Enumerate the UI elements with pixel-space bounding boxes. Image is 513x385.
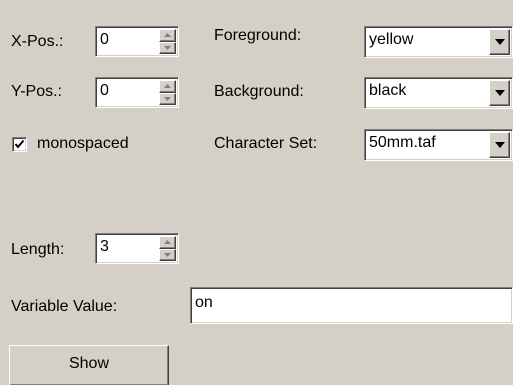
ypos-label: Y-Pos.: [11,83,62,100]
xpos-spin-down-button[interactable] [159,41,176,54]
length-spin-up-button[interactable] [159,236,176,249]
xpos-spin-up-button[interactable] [159,29,176,42]
length-spin-down-button[interactable] [159,248,176,261]
monospaced-checkbox[interactable] [12,137,27,152]
triangle-down-icon [164,252,171,257]
ypos-spin-down-button[interactable] [159,92,176,105]
chevron-down-icon [495,90,505,96]
length-spinbox[interactable]: 3 [95,233,179,264]
triangle-down-icon [164,45,171,50]
show-button[interactable]: Show [9,345,169,385]
chevron-down-icon [495,39,505,45]
background-combobox[interactable]: black [364,77,513,109]
length-label: Length: [11,241,65,258]
ypos-value[interactable]: 0 [100,81,109,101]
character-set-combobox[interactable]: 50mm.taf [364,129,513,161]
monospaced-label[interactable]: monospaced [37,134,129,154]
foreground-dropdown-button[interactable] [489,29,510,55]
triangle-up-icon [164,240,171,245]
character-set-value[interactable]: 50mm.taf [369,133,436,153]
variable-value-label: Variable Value: [11,298,118,315]
foreground-combobox[interactable]: yellow [364,26,513,58]
chevron-down-icon [495,142,505,148]
triangle-down-icon [164,96,171,101]
show-button-label: Show [68,355,110,372]
length-spinner[interactable] [159,236,176,261]
xpos-value[interactable]: 0 [100,30,109,50]
xpos-spinner[interactable] [159,29,176,54]
triangle-up-icon [164,84,171,89]
background-label: Background: [214,83,304,100]
foreground-value[interactable]: yellow [369,30,413,50]
variable-value-input[interactable]: on [190,287,513,324]
character-set-dropdown-button[interactable] [489,132,510,158]
xpos-label: X-Pos.: [11,33,64,50]
triangle-up-icon [164,33,171,38]
checkmark-icon [14,139,25,149]
background-value[interactable]: black [369,81,406,101]
length-value[interactable]: 3 [100,237,109,257]
ypos-spinner[interactable] [159,80,176,105]
character-set-label: Character Set: [214,135,318,152]
background-dropdown-button[interactable] [489,80,510,106]
ypos-spinbox[interactable]: 0 [95,77,179,108]
xpos-spinbox[interactable]: 0 [95,26,179,57]
ypos-spin-up-button[interactable] [159,80,176,93]
variable-value-text[interactable]: on [195,293,213,313]
foreground-label: Foreground: [214,27,302,44]
